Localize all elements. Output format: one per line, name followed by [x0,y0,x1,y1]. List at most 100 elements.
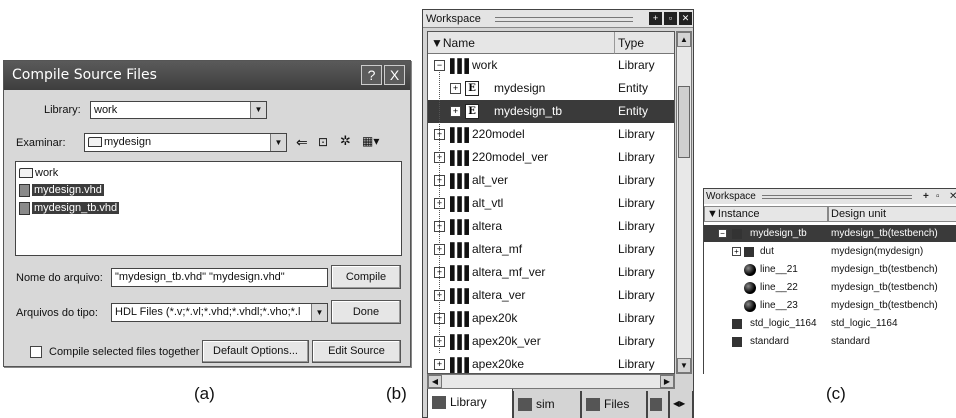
expand-icon[interactable]: + [450,106,461,117]
design-unit: mydesign(mydesign) [831,246,924,257]
expand-icon[interactable]: + [732,247,741,256]
tree-item-type: Entity [618,81,649,95]
default-options-button[interactable]: Default Options... [202,340,309,363]
instance-row[interactable]: std_logic_1164 std_logic_1164 [704,315,956,332]
instance-row[interactable]: line__21 mydesign_tb(testbench) [704,261,956,278]
tree-row[interactable]: + Emydesign_tb Entity [428,100,674,123]
up-folder-icon[interactable]: ⊡ [318,135,328,149]
list-item[interactable]: mydesign.vhd [19,182,104,199]
compile-button[interactable]: Compile [331,265,401,289]
chevron-down-icon[interactable]: ▼ [250,102,266,118]
tab-library[interactable]: Library [427,389,513,418]
tree-item-type: Library [618,265,655,279]
tree-row[interactable]: + ▌▌▌ 220model Library [428,123,674,146]
tree-row[interactable]: + ▌▌▌ apex20k_ver Library [428,330,674,353]
tree-row[interactable]: + ▌▌▌ alt_ver Library [428,169,674,192]
library-tree[interactable]: ▼Name Type − ▌▌▌ work Library + Emydesign Enti… [427,31,675,374]
dock-icon[interactable]: + [649,12,662,25]
tree-row[interactable]: + ▌▌▌ alt_vtl Library [428,192,674,215]
tree-row[interactable]: − ▌▌▌ work Library [428,54,674,77]
look-in-select[interactable]: mydesign ▼ [84,133,287,152]
process-icon [744,300,756,312]
list-item[interactable]: mydesign_tb.vhd [19,200,120,217]
scroll-left-icon[interactable]: ◀ [428,375,442,388]
chevron-down-icon[interactable]: ▼ [270,134,286,151]
tab-files[interactable]: Files [581,391,647,418]
tree-item-name: altera_ver [472,288,526,302]
caption-c: (c) [826,384,846,403]
drag-grip[interactable] [495,17,633,22]
instance-icon [732,319,742,329]
drag-grip[interactable] [762,195,912,199]
tree-item-type: Library [618,196,655,210]
sim-icon [518,398,532,412]
instance-name: line__22 [760,282,798,293]
new-folder-icon[interactable]: ✲ [340,133,351,149]
collapse-icon[interactable]: − [434,60,445,71]
tree-item-type: Library [618,173,655,187]
filetype-select[interactable]: HDL Files (*.v;*.vl;*.vhd;*.vhdl;*.vho;*… [111,303,328,322]
tree-row[interactable]: + ▌▌▌ altera_mf Library [428,238,674,261]
scroll-right-icon[interactable]: ▶ [660,375,674,388]
edit-source-button[interactable]: Edit Source [312,340,401,363]
help-button[interactable]: ? [361,65,382,85]
vertical-scrollbar[interactable]: ▲ ▼ [676,31,692,374]
tab-scroll[interactable]: ◀▶ [669,391,693,418]
tree-row[interactable]: + Emydesign Entity [428,77,674,100]
tab-sim[interactable]: sim [513,391,581,418]
tree-row[interactable]: + ▌▌▌ altera_mf_ver Library [428,261,674,284]
caption-b: (b) [386,384,407,403]
expand-icon[interactable]: + [450,83,461,94]
tree-item-type: Library [618,288,655,302]
back-icon[interactable]: ⇐ [296,134,308,151]
compile-together-checkbox[interactable] [30,346,42,358]
instance-icon [744,247,754,257]
compile-source-files-dialog: Compile Source Files ? X Library: work ▼… [3,60,411,367]
tree-row[interactable]: + ▌▌▌ apex20k Library [428,307,674,330]
expand-icon[interactable]: + [434,359,445,370]
tree-row[interactable]: + ▌▌▌ apex20ke Library [428,353,674,373]
instance-name: line__23 [760,300,798,311]
scroll-up-icon[interactable]: ▲ [677,32,691,47]
design-unit: mydesign_tb(testbench) [831,282,938,293]
instance-name: dut [760,246,774,257]
instance-row[interactable]: line__23 mydesign_tb(testbench) [704,297,956,314]
filename-input[interactable]: "mydesign_tb.vhd" "mydesign.vhd" [111,268,328,287]
undock-icon[interactable]: ▫ [664,12,677,25]
file-list[interactable]: work mydesign.vhd mydesign_tb.vhd [15,161,402,256]
dock-icon[interactable]: + [923,191,929,202]
horizontal-scrollbar[interactable]: ◀ ▶ [427,374,675,389]
tree-row[interactable]: + ▌▌▌ 220model_ver Library [428,146,674,169]
library-icon: ▌▌▌ [450,173,474,188]
tree-item-name: apex20k_ver [472,334,541,348]
column-header-design-unit[interactable]: Design unit [828,206,956,222]
collapse-icon[interactable]: − [718,229,727,238]
instance-row[interactable]: + dut mydesign(mydesign) [704,243,956,260]
instance-name: line__21 [760,264,798,275]
view-menu-icon[interactable]: ▦▾ [362,134,379,148]
list-item[interactable]: work [19,165,58,182]
library-select[interactable]: work ▼ [90,101,267,119]
close-icon[interactable]: ✕ [949,191,956,202]
undock-icon[interactable]: ▫ [936,191,940,202]
instance-row[interactable]: standard standard [704,333,956,350]
instance-row[interactable]: − mydesign_tb mydesign_tb(testbench) [704,225,956,242]
library-icon: ▌▌▌ [450,58,474,73]
column-header-instance[interactable]: ▼Instance [704,206,828,222]
scroll-thumb[interactable] [678,86,690,158]
chevron-down-icon[interactable]: ▼ [311,304,327,321]
tree-row[interactable]: + ▌▌▌ altera_ver Library [428,284,674,307]
column-header-type[interactable]: Type [615,32,674,54]
tree-row[interactable]: + ▌▌▌ altera Library [428,215,674,238]
instance-name: standard [750,336,789,347]
tab-overflow[interactable] [647,391,669,418]
tree-item-name: alt_vtl [472,196,504,210]
tree-item-type: Library [618,311,655,325]
scroll-down-icon[interactable]: ▼ [677,358,691,373]
instance-row[interactable]: line__22 mydesign_tb(testbench) [704,279,956,296]
filename-label: Nome do arquivo: [16,272,103,284]
close-icon[interactable]: ✕ [679,12,692,25]
column-header-name[interactable]: ▼Name [428,32,615,54]
close-button[interactable]: X [384,65,405,85]
done-button[interactable]: Done [331,300,401,324]
